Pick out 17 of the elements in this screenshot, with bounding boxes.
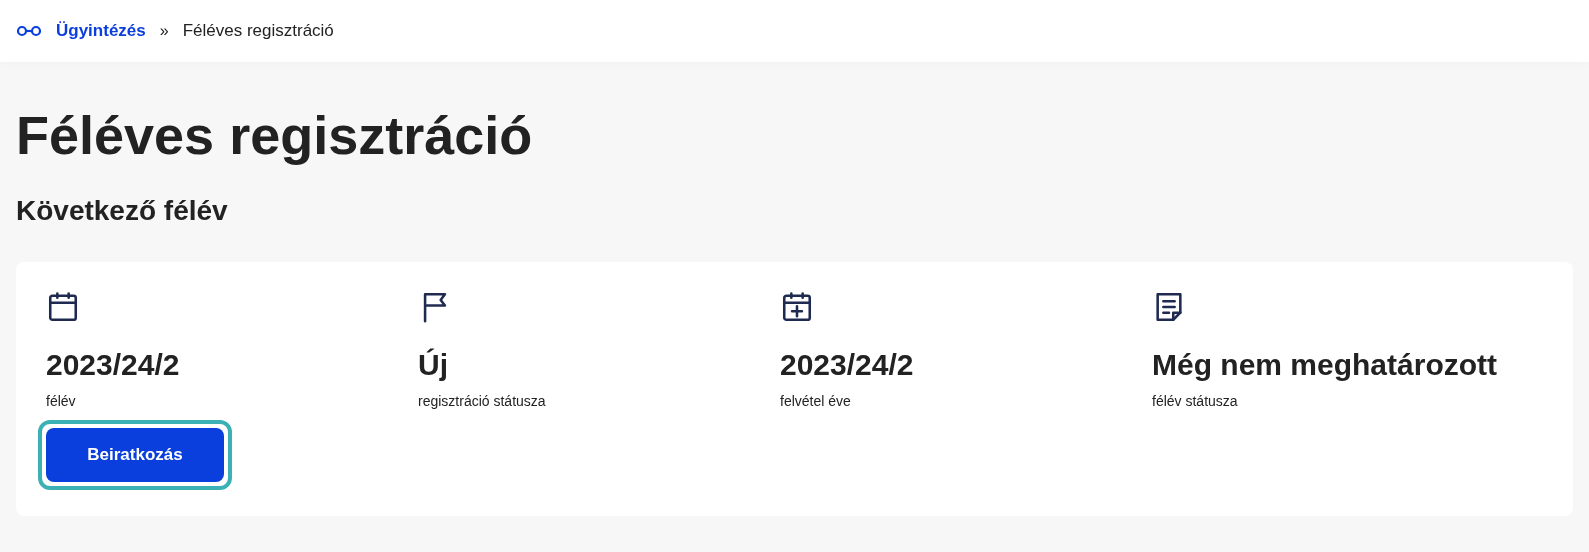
stat-label: felvétel éve xyxy=(780,391,852,411)
calendar-plus-icon xyxy=(780,289,814,324)
breadcrumb-separator: » xyxy=(159,21,169,41)
stat-label: regisztráció státusza xyxy=(418,391,547,411)
enroll-button[interactable]: Beiratkozás xyxy=(46,427,224,482)
glasses-icon xyxy=(16,25,42,37)
breadcrumb-current: Féléves regisztráció xyxy=(182,20,334,43)
stat-value: 2023/24/2 xyxy=(46,346,181,383)
page-title: Féléves regisztráció xyxy=(16,104,534,167)
stat-value: Még nem meghatározott xyxy=(1152,346,1499,383)
stat-label: félév státusza xyxy=(1152,391,1239,411)
calendar-icon xyxy=(46,289,80,324)
stat-label: félév xyxy=(46,391,77,411)
stat-value: Új xyxy=(418,346,449,383)
section-title: Következő félév xyxy=(16,193,229,228)
breadcrumb-link[interactable]: Ügyintézés xyxy=(56,18,146,44)
stat-value: 2023/24/2 xyxy=(780,346,915,383)
